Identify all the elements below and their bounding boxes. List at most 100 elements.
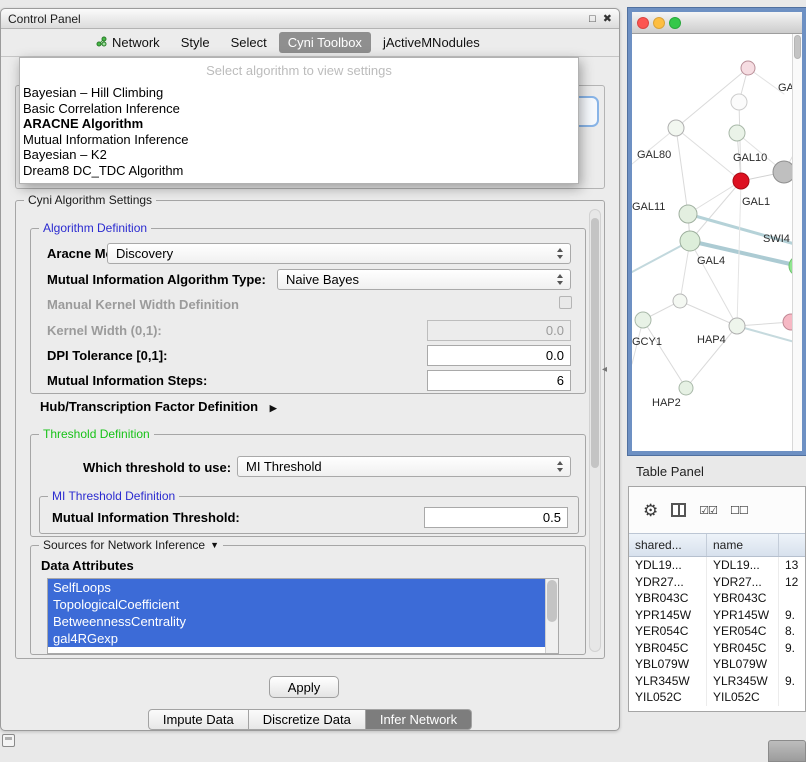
- attributes-scrollbar-thumb[interactable]: [547, 580, 557, 622]
- table-cell: YLR345W: [707, 673, 779, 690]
- table-row[interactable]: YIL052CYIL052C: [629, 689, 805, 706]
- mi-steps-field[interactable]: 6: [427, 370, 571, 391]
- tab-jactivemnodules[interactable]: jActiveMNodules: [374, 32, 489, 53]
- which-threshold-select[interactable]: MI Threshold: [237, 456, 571, 477]
- network-tab-icon: [96, 35, 107, 50]
- dpi-tolerance-field[interactable]: 0.0: [427, 345, 571, 366]
- network-node[interactable]: [729, 125, 745, 141]
- tab-cyni-toolbox[interactable]: Cyni Toolbox: [279, 32, 371, 53]
- algorithm-option[interactable]: Basic Correlation Inference: [20, 101, 578, 117]
- algorithm-option[interactable]: ARACNE Algorithm: [20, 116, 578, 132]
- select-all-columns-icon[interactable]: ☑☑: [699, 504, 717, 517]
- settings-scrollbar-thumb[interactable]: [591, 218, 599, 468]
- table-cell: YIL052C: [629, 689, 707, 706]
- algorithm-option[interactable]: Dream8 DC_TDC Algorithm: [20, 163, 578, 179]
- tab-network[interactable]: Network: [87, 32, 169, 53]
- dpi-tolerance-label: DPI Tolerance [0,1]:: [47, 348, 167, 363]
- bottom-tab-discretize-data[interactable]: Discretize Data: [249, 709, 366, 730]
- bottom-tab-infer-network[interactable]: Infer Network: [366, 709, 472, 730]
- data-attributes-list[interactable]: SelfLoopsTopologicalCoefficientBetweenne…: [47, 578, 559, 654]
- table-row[interactable]: YBR045CYBR045C9.: [629, 640, 805, 657]
- table-cell: YIL052C: [707, 689, 779, 706]
- table-cell: YPR145W: [707, 607, 779, 624]
- data-attributes-label: Data Attributes: [41, 558, 134, 573]
- table-cell: 9.: [779, 640, 805, 657]
- attribute-list-item[interactable]: gal4RGexp: [48, 630, 545, 647]
- algorithm-option[interactable]: Bayesian – Hill Climbing: [20, 85, 578, 101]
- table-cell: YBL079W: [629, 656, 707, 673]
- network-node[interactable]: [680, 231, 700, 251]
- node-label: GAL10: [733, 152, 767, 164]
- close-traffic-light[interactable]: [637, 17, 649, 29]
- column-header[interactable]: shared...: [629, 534, 707, 556]
- network-edge[interactable]: [676, 128, 688, 214]
- network-graph[interactable]: GAL8GAL80GAL10GAL11GAL1SWI4GAL4GCY1HAP4Y…: [632, 34, 802, 451]
- tab-style[interactable]: Style: [172, 32, 219, 53]
- network-edge[interactable]: [680, 301, 737, 326]
- threshold-definition-title: Threshold Definition: [39, 427, 154, 441]
- gear-icon[interactable]: ⚙: [643, 502, 658, 519]
- zoom-traffic-light[interactable]: [669, 17, 681, 29]
- bottom-tab-bar: Impute DataDiscretize DataInfer Network: [1, 709, 619, 730]
- unselect-all-columns-icon[interactable]: ☐☐: [730, 504, 748, 517]
- settings-scrollbar[interactable]: [589, 209, 601, 652]
- network-node[interactable]: [635, 312, 651, 328]
- network-edge[interactable]: [690, 241, 737, 326]
- table-cell: 9.: [779, 607, 805, 624]
- column-header[interactable]: name: [707, 534, 779, 556]
- table-row[interactable]: YLR345WYLR345W9.: [629, 673, 805, 690]
- table-cell: 12: [779, 574, 805, 591]
- table-cell: YBR043C: [707, 590, 779, 607]
- network-view-window: GAL8GAL80GAL10GAL11GAL1SWI4GAL4GCY1HAP4Y…: [628, 8, 806, 455]
- network-scrollbar-thumb[interactable]: [794, 35, 801, 59]
- bottom-tab-impute-data[interactable]: Impute Data: [148, 709, 249, 730]
- network-node[interactable]: [733, 173, 749, 189]
- minimize-traffic-light[interactable]: [653, 17, 665, 29]
- columns-icon[interactable]: [671, 503, 686, 517]
- mi-threshold-field[interactable]: 0.5: [424, 507, 568, 528]
- attribute-list-item[interactable]: BetweennessCentrality: [48, 613, 545, 630]
- algorithm-option[interactable]: Bayesian – K2: [20, 147, 578, 163]
- tab-label: Select: [231, 35, 267, 50]
- network-node[interactable]: [731, 94, 747, 110]
- minimized-panel-icon[interactable]: [2, 734, 15, 747]
- kernel-width-field: 0.0: [427, 320, 571, 341]
- network-node[interactable]: [673, 294, 687, 308]
- table-body: YDL19...YDL19...13YDR27...YDR27...12YBR0…: [629, 557, 805, 706]
- network-node[interactable]: [679, 381, 693, 395]
- network-node[interactable]: [668, 120, 684, 136]
- sources-group-title[interactable]: Sources for Network Inference ▼: [39, 538, 223, 552]
- table-row[interactable]: YDL19...YDL19...13: [629, 557, 805, 574]
- network-canvas[interactable]: GAL8GAL80GAL10GAL11GAL1SWI4GAL4GCY1HAP4Y…: [632, 34, 802, 451]
- apply-button[interactable]: Apply: [269, 676, 339, 698]
- tab-label: Network: [112, 35, 160, 50]
- algorithm-dropdown-popup: Select algorithm to view settings Bayesi…: [19, 57, 579, 184]
- node-label: GAL80: [637, 149, 671, 161]
- algorithm-option[interactable]: Mutual Information Inference: [20, 132, 578, 148]
- float-window-icon[interactable]: □: [589, 13, 596, 25]
- attribute-list-item[interactable]: SelfLoops: [48, 579, 545, 596]
- table-row[interactable]: YBL079WYBL079W: [629, 656, 805, 673]
- network-node[interactable]: [679, 205, 697, 223]
- table-cell: YBR045C: [707, 640, 779, 657]
- table-row[interactable]: YPR145WYPR145W9.: [629, 607, 805, 624]
- tab-select[interactable]: Select: [222, 32, 276, 53]
- attributes-list-scrollbar[interactable]: [545, 579, 558, 653]
- close-window-icon[interactable]: ✖: [603, 12, 612, 25]
- network-vertical-scrollbar[interactable]: [792, 34, 802, 451]
- network-node[interactable]: [729, 318, 745, 334]
- panel-collapse-arrow-icon[interactable]: ◂: [602, 364, 607, 375]
- node-label: GAL1: [742, 196, 770, 208]
- hub-definition-toggle[interactable]: Hub/Transcription Factor Definition ▶: [40, 399, 277, 414]
- table-row[interactable]: YER054CYER054C8.: [629, 623, 805, 640]
- table-cell: YDR27...: [629, 574, 707, 591]
- network-edge[interactable]: [690, 181, 741, 241]
- network-edge[interactable]: [643, 320, 686, 388]
- attribute-list-item[interactable]: TopologicalCoefficient: [48, 596, 545, 613]
- table-row[interactable]: YDR27...YDR27...12: [629, 574, 805, 591]
- mi-algorithm-type-select[interactable]: Naive Bayes: [277, 269, 571, 290]
- aracne-mode-select[interactable]: Discovery: [107, 243, 571, 264]
- table-row[interactable]: YBR043CYBR043C: [629, 590, 805, 607]
- column-header[interactable]: [779, 534, 805, 556]
- network-node[interactable]: [741, 61, 755, 75]
